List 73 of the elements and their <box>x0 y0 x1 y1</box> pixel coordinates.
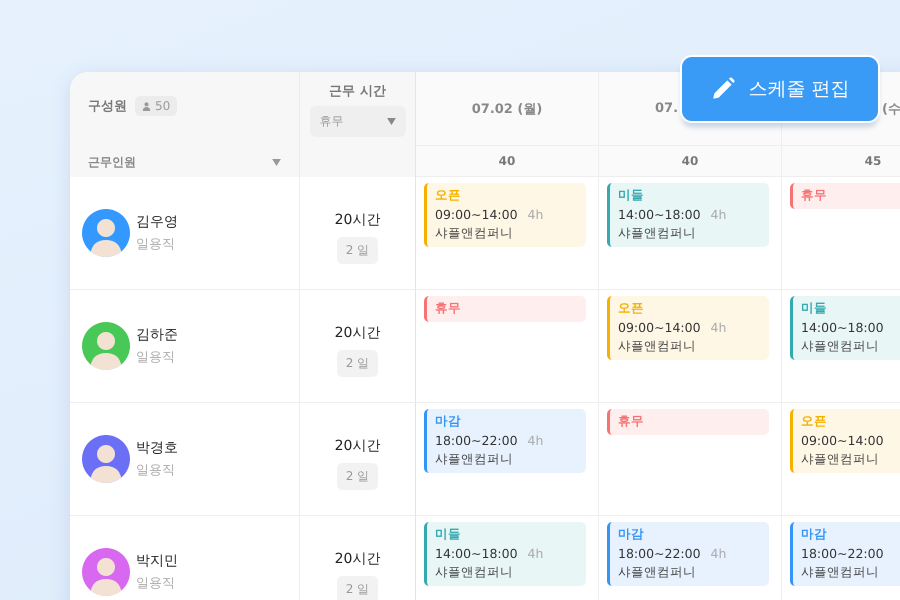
shift-time: 09:00~14:00 <box>618 320 701 335</box>
shift-label: 오픈 <box>435 187 462 204</box>
shift-card[interactable]: 미들 14:00~18:00 4h 샤플앤컴퍼니 <box>424 522 586 586</box>
work-hours: 20시간 <box>334 211 380 229</box>
shift-time: 14:00~18:00 <box>801 320 884 335</box>
shift-workplace: 샤플앤컴퍼니 <box>435 451 514 468</box>
shift-card[interactable]: 미들 14:00~18:00 4h 샤플앤컴퍼니 <box>607 183 769 247</box>
shift-label: 마감 <box>618 526 645 543</box>
day-date: (수 <box>882 100 900 118</box>
work-hours-title: 근무 시간 <box>329 83 386 100</box>
shift-label: 오픈 <box>801 413 828 430</box>
shift-label: 휴무 <box>435 300 462 317</box>
day-date: 07. <box>655 101 678 116</box>
person-icon <box>142 102 151 110</box>
shift-workplace: 샤플앤컴퍼니 <box>435 225 514 242</box>
shift-card[interactable]: 마감 18:00~22:00 샤플앤컴퍼니 <box>790 522 900 586</box>
work-days-badge: 2 일 <box>336 463 378 490</box>
shift-card[interactable]: 마감 18:00~22:00 4h 샤플앤컴퍼니 <box>424 409 586 473</box>
caret-icon <box>272 159 281 166</box>
day-worker-count: 45 <box>864 154 882 168</box>
shift-workplace: 샤플앤컴퍼니 <box>435 564 514 581</box>
member-name: 박지민 <box>136 552 178 570</box>
shift-workplace: 샤플앤컴퍼니 <box>618 338 697 355</box>
shift-label: 마감 <box>801 526 828 543</box>
shift-workplace: 샤플앤컴퍼니 <box>618 564 697 581</box>
shift-duration: 4h <box>710 546 726 561</box>
shift-card[interactable]: 오픈 09:00~14:00 4h 샤플앤컴퍼니 <box>607 296 769 360</box>
member-role: 일용직 <box>136 462 176 479</box>
shift-time: 14:00~18:00 <box>618 207 701 222</box>
shift-time: 09:00~14:00 <box>435 207 518 222</box>
shift-label: 휴무 <box>801 187 828 204</box>
work-hours: 20시간 <box>334 324 380 342</box>
shift-label: 미들 <box>801 300 828 317</box>
member-role: 일용직 <box>136 236 176 253</box>
work-days-badge: 2 일 <box>336 237 378 264</box>
member-name: 김우영 <box>136 213 178 231</box>
members-title: 구성원 <box>88 98 127 115</box>
shift-workplace: 샤플앤컴퍼니 <box>801 564 880 581</box>
shift-time: 09:00~14:00 <box>801 433 884 448</box>
shift-card[interactable]: 오픈 09:00~14:00 샤플앤컴퍼니 <box>790 409 900 473</box>
shift-label: 오픈 <box>618 300 645 317</box>
shift-workplace: 샤플앤컴퍼니 <box>801 451 880 468</box>
work-hours: 20시간 <box>334 550 380 568</box>
work-days-badge: 2 일 <box>336 576 378 600</box>
day-worker-count: 40 <box>682 154 698 168</box>
shift-card[interactable]: 오픈 09:00~14:00 4h 샤플앤컴퍼니 <box>424 183 586 247</box>
shift-duration: 4h <box>710 320 726 335</box>
shift-duration: 4h <box>528 546 544 561</box>
shift-duration: 4h <box>528 433 544 448</box>
shift-duration: 4h <box>528 207 544 222</box>
day-date: 07.02 (월) <box>472 100 542 118</box>
shift-time: 18:00~22:00 <box>618 546 701 561</box>
shift-time: 18:00~22:00 <box>801 546 884 561</box>
work-hours: 20시간 <box>334 437 380 455</box>
shift-workplace: 샤플앤컴퍼니 <box>801 338 880 355</box>
shift-label: 휴무 <box>618 413 645 430</box>
day-worker-count: 40 <box>498 154 516 168</box>
member-role: 일용직 <box>136 575 176 592</box>
shift-time: 18:00~22:00 <box>435 433 518 448</box>
member-name: 박경호 <box>136 439 178 457</box>
shift-label: 미들 <box>435 526 462 543</box>
shift-label: 미들 <box>618 187 645 204</box>
shift-workplace: 샤플앤컴퍼니 <box>618 225 697 242</box>
shift-card[interactable]: 마감 18:00~22:00 4h 샤플앤컴퍼니 <box>607 522 769 586</box>
member-role: 일용직 <box>136 349 176 366</box>
shift-time: 14:00~18:00 <box>435 546 518 561</box>
shift-label: 마감 <box>435 413 462 430</box>
member-count-badge: 50 <box>135 96 178 116</box>
shift-duration: 4h <box>710 207 726 222</box>
caret-icon <box>386 118 396 125</box>
shift-card[interactable]: 미들 14:00~18:00 샤플앤컴퍼니 <box>790 296 900 360</box>
member-name: 김하준 <box>136 326 178 344</box>
work-days-badge: 2 일 <box>336 350 378 377</box>
